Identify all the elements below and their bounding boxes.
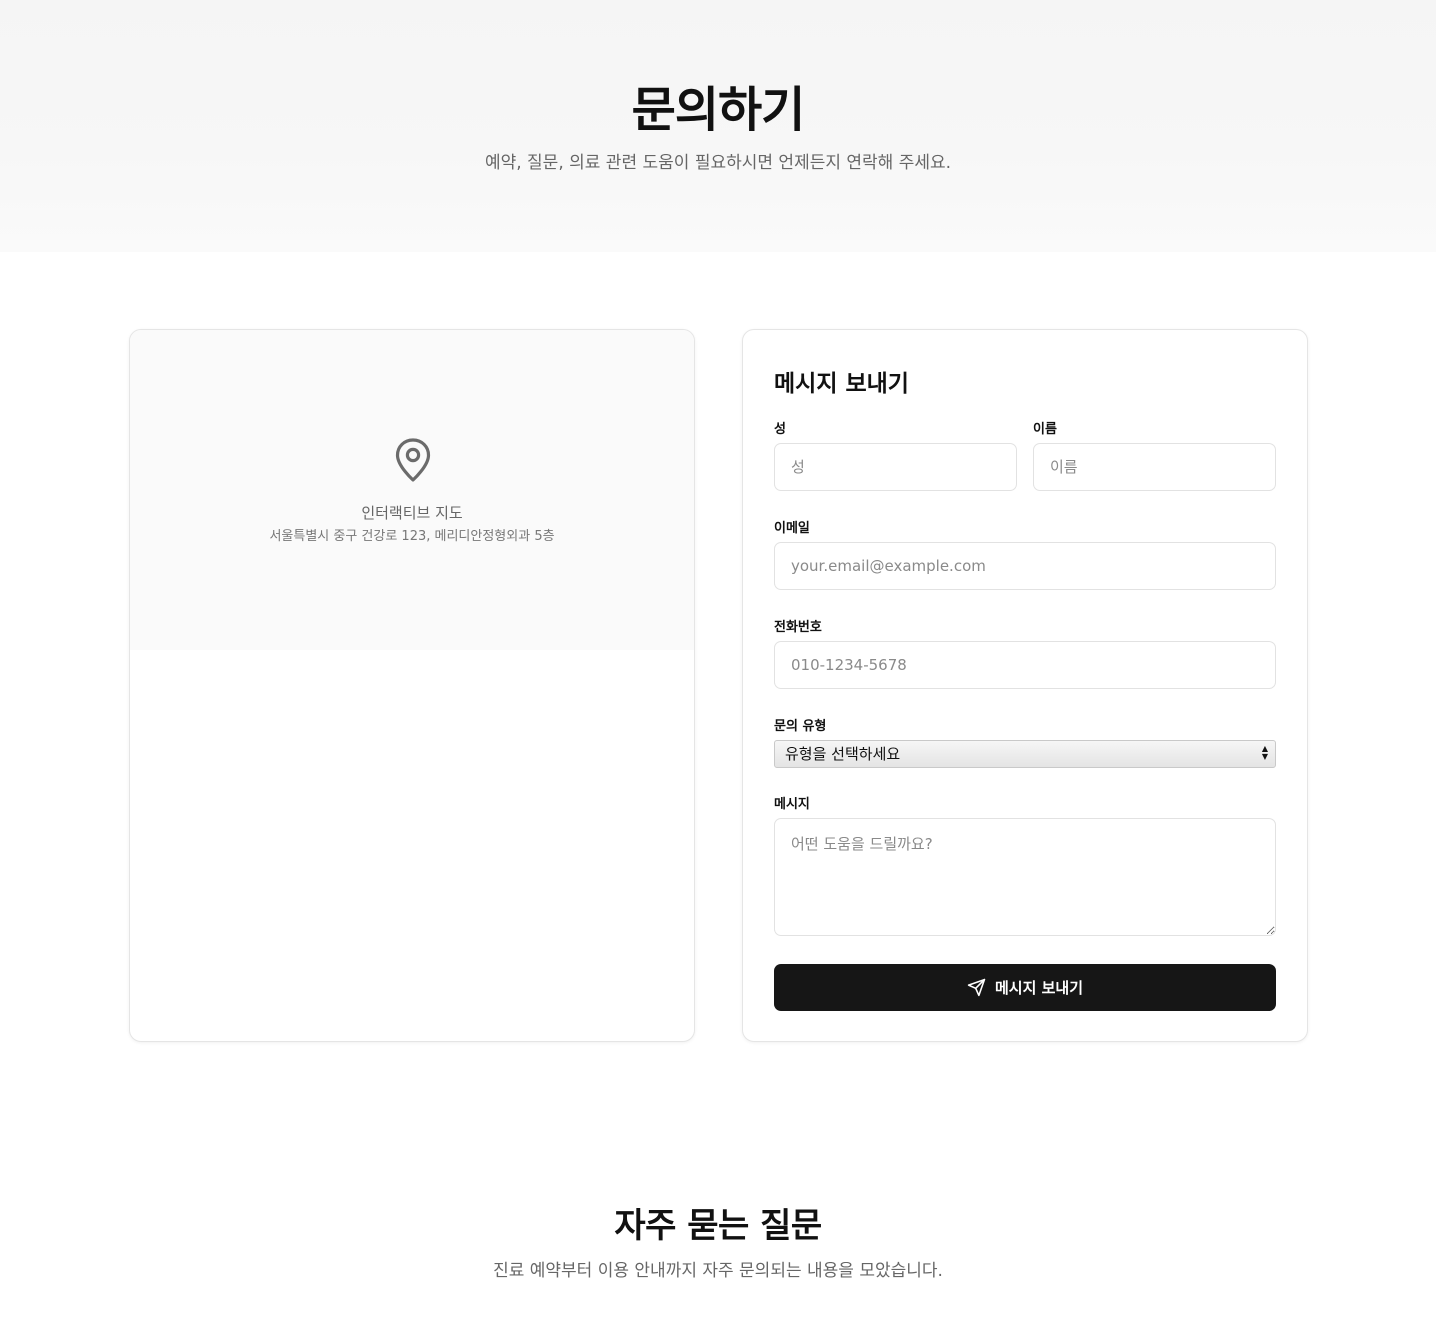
map-card[interactable]: 인터랙티브 지도 서울특별시 중구 건강로 123, 메리디안정형외과 5층 xyxy=(129,329,695,1042)
first-name-label: 이름 xyxy=(1033,422,1057,437)
map-pin-icon xyxy=(395,438,431,482)
first-name-input[interactable] xyxy=(1033,443,1276,491)
message-label: 메시지 xyxy=(774,797,810,812)
map-placeholder[interactable]: 인터랙티브 지도 서울특별시 중구 건강로 123, 메리디안정형외과 5층 xyxy=(130,330,694,650)
inquiry-type-label: 문의 유형 xyxy=(774,719,827,734)
hero-section: 문의하기 예약, 질문, 의료 관련 도움이 필요하시면 언제든지 연락해 주세… xyxy=(0,0,1436,252)
message-textarea[interactable] xyxy=(774,818,1276,936)
page-title: 문의하기 xyxy=(631,82,806,138)
inquiry-type-select[interactable]: 유형을 선택하세요 ▲ ▼ xyxy=(774,740,1276,768)
inquiry-type-selected: 유형을 선택하세요 xyxy=(785,745,901,763)
phone-label: 전화번호 xyxy=(774,620,822,635)
email-input[interactable] xyxy=(774,542,1276,590)
page-subtitle: 예약, 질문, 의료 관련 도움이 필요하시면 언제든지 연락해 주세요. xyxy=(484,153,952,173)
contact-form: 메시지 보내기 성 이름 이메일 전화번호 문의 유형 유형을 선택하세요 ▲▼… xyxy=(742,329,1308,1042)
send-icon xyxy=(967,978,986,997)
faq-section: 자주 묻는 질문 진료 예약부터 이용 안내까지 자주 문의되는 내용을 모았습… xyxy=(0,1120,1436,1319)
phone-input[interactable] xyxy=(774,641,1276,689)
send-message-label: 메시지 보내기 xyxy=(994,979,1084,997)
map-label: 인터랙티브 지도 xyxy=(361,504,463,522)
send-message-button[interactable]: 메시지 보내기 xyxy=(774,964,1276,1011)
select-arrows-icon: ▲ ▼ xyxy=(1261,744,1268,761)
faq-title: 자주 묻는 질문 xyxy=(614,1206,822,1246)
map-address: 서울특별시 중구 건강로 123, 메리디안정형외과 5층 xyxy=(269,529,555,544)
email-label: 이메일 xyxy=(774,521,810,536)
form-title: 메시지 보내기 xyxy=(774,371,909,397)
faq-subtitle: 진료 예약부터 이용 안내까지 자주 문의되는 내용을 모았습니다. xyxy=(493,1261,943,1281)
last-name-label: 성 xyxy=(774,422,786,437)
last-name-input[interactable] xyxy=(774,443,1017,491)
